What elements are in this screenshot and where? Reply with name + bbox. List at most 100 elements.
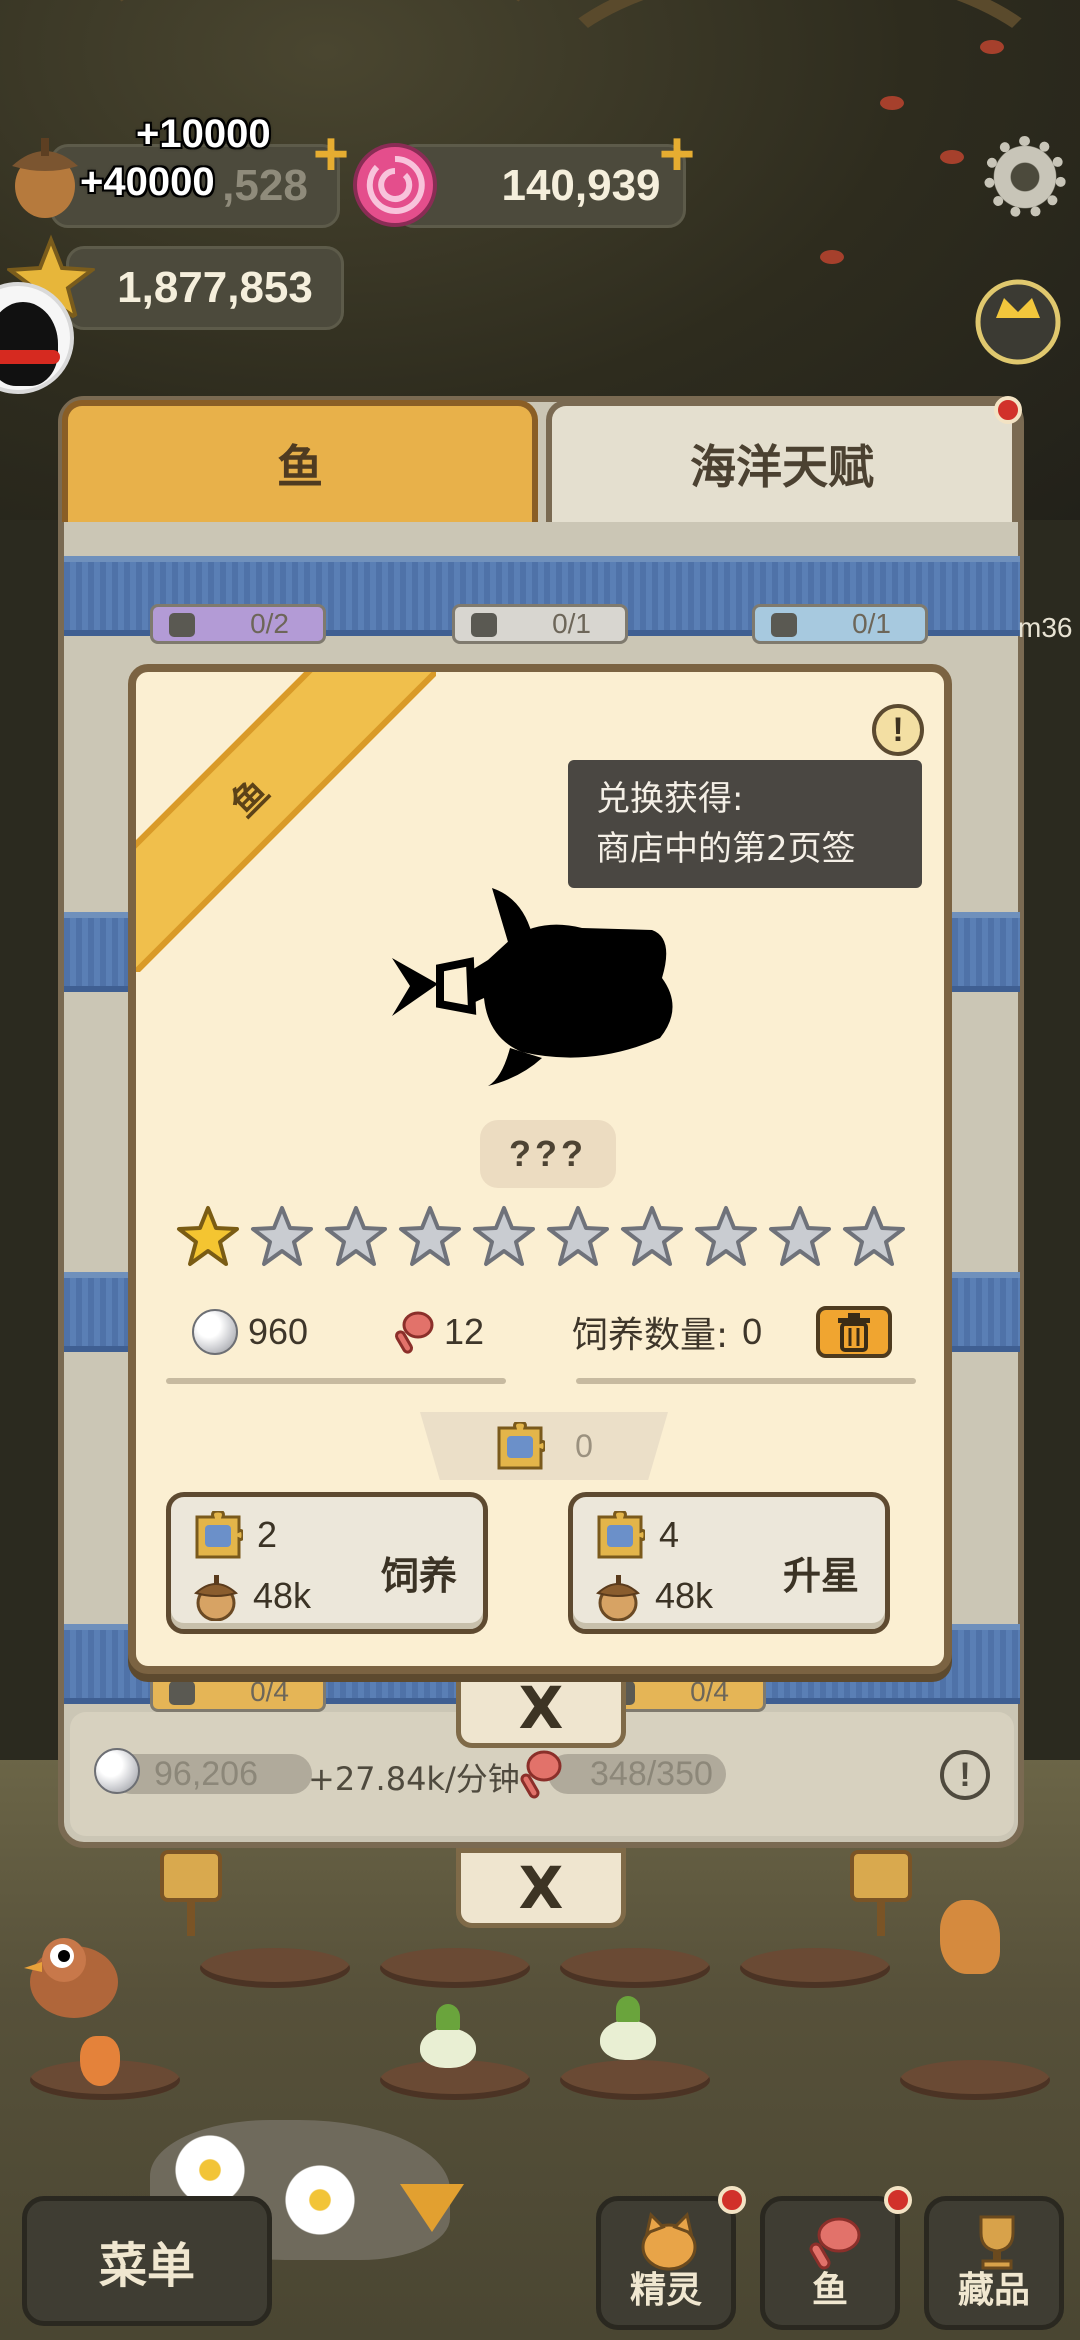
slot-count: 0/4 [250,1676,289,1707]
candy-plus-icon[interactable]: + [652,124,702,186]
fish-slot-counter: 0/1 [752,604,928,644]
fish-food-icon [809,2217,861,2270]
crown-badge-icon[interactable] [970,268,1066,368]
menu-button[interactable]: 菜单 [22,2196,272,2326]
fish-slot-counter: 0/4 [150,1672,326,1712]
feed-count: 饲养数量: 0 [572,1302,762,1362]
cat-spirit-icon [641,2212,697,2271]
settings-gear-icon[interactable] [984,136,1066,218]
star-empty-icon [547,1206,609,1266]
tab-ocean-talent[interactable]: 海洋天赋 [546,400,1018,522]
tooltip-line-1: 兑换获得: [596,779,744,819]
leaf [820,250,844,264]
fish-detail-modal: 鱼 ! 兑换获得: 商店中的第2页签 ??? 960 12 饲养数量: 0 0 … [128,664,952,1674]
leaf [980,40,1004,54]
star-rating [176,1204,916,1274]
star-empty-icon [769,1206,831,1266]
candy-icon [353,143,437,227]
fish-capacity-value: 348/350 [590,1754,713,1793]
turnip-crop[interactable] [420,2004,476,2068]
puzzle-piece-icon [497,1422,546,1470]
wooden-sign [850,1850,912,1936]
pearl-icon [192,1309,238,1355]
star-counter: 1,877,853 [66,246,344,330]
obtain-tooltip: 兑换获得: 商店中的第2页签 [568,760,922,888]
slot-count: 0/4 [690,1676,729,1707]
collapse-arrow-icon[interactable] [400,2184,464,2232]
fish-food-icon [520,1750,562,1799]
close-icon: X [518,1854,564,1922]
fish-name: ??? [480,1120,616,1188]
trophy-icon [979,2215,1015,2270]
soil-plot [900,2060,1050,2100]
close-icon: X [518,1674,564,1742]
feed-stat: 12 [392,1302,484,1362]
feed-button[interactable]: 2 48k 饲养 [166,1492,488,1634]
leaf [880,96,904,110]
soil-plot [380,1948,530,1988]
soil-plot [200,1948,350,1988]
acorn-plus-icon[interactable]: + [306,124,356,186]
trash-button[interactable] [816,1306,892,1358]
star-empty-icon [843,1206,905,1266]
leaf [940,150,964,164]
star-empty-icon [473,1206,535,1266]
soil-plot [560,1948,710,1988]
star-empty-icon [695,1206,757,1266]
feed-count-value: 0 [742,1311,763,1352]
upgrade-acorn-cost: 48k [655,1575,714,1616]
turnip-crop[interactable] [600,1996,656,2060]
fish-name-text: ??? [509,1133,587,1174]
sparrow-character[interactable] [14,1920,134,2030]
unknown-fish-silhouette [392,888,673,1086]
nav-collection[interactable]: 藏品 [924,2196,1064,2330]
carrot-crop[interactable] [80,2036,120,2086]
tab-fish[interactable]: 鱼 [62,400,538,522]
gain-popup: +10000 [136,112,271,156]
pearl-icon [94,1748,140,1794]
star-filled-icon [177,1206,239,1266]
tab-fish-label: 鱼 [277,440,323,494]
feed-stat-value: 12 [444,1311,485,1352]
feed-acorn-cost: 48k [253,1575,312,1616]
slot-count: 0/1 [552,608,591,639]
acorn-icon [12,138,78,218]
white-flower [280,2160,360,2240]
menu-button-label: 菜单 [98,2238,195,2294]
star-empty-icon [399,1206,461,1266]
puzzle-piece-icon [597,1511,645,1559]
feed-count-label: 饲养数量: [572,1315,729,1356]
acorn-icon [596,1575,640,1621]
panel-close-button[interactable]: X [456,1848,626,1928]
info-icon[interactable]: ! [872,704,924,756]
acorn-icon [194,1575,238,1621]
star-empty-icon [325,1206,387,1266]
nav-fish[interactable]: 鱼 [760,2196,900,2330]
feed-pieces-cost: 2 [257,1514,278,1555]
fish-food-icon [395,1311,434,1354]
trash-icon [838,1313,870,1352]
pearl-total: 96,206 [112,1754,312,1794]
pearl-stat: 960 [192,1302,308,1362]
shard-count-value: 0 [575,1427,593,1464]
upgrade-star-button[interactable]: 4 48k 升星 [568,1492,890,1634]
divider-line [166,1378,506,1384]
notification-dot [718,2186,746,2214]
upgrade-button-label: 升星 [782,1554,859,1598]
close-button[interactable]: X [456,1668,626,1748]
fish-slot-counter: 0/2 [150,604,326,644]
soil-plot [740,1948,890,1988]
notification-dot [884,2186,912,2214]
fish-shard-count: 0 [420,1412,668,1480]
nav-spirit[interactable]: 精灵 [596,2196,736,2330]
pearl-total-value: 96,206 [154,1754,258,1793]
star-empty-icon [251,1206,313,1266]
fish-capacity: 348/350 [548,1754,726,1794]
soil-plot [560,2060,710,2100]
potato-crop[interactable] [940,1900,1000,1974]
tab-ocean-talent-label: 海洋天赋 [690,440,874,494]
candy-value: 140,939 [501,161,661,210]
footer-info-icon[interactable]: ! [940,1750,990,1800]
star-value: 1,877,853 [117,263,313,312]
star-empty-icon [621,1206,683,1266]
